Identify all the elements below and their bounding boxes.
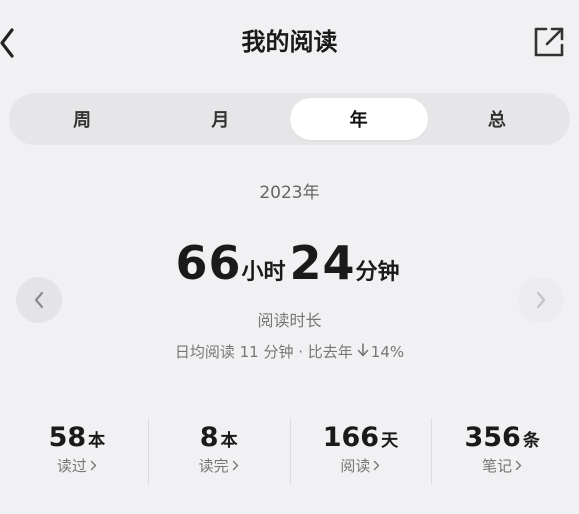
stat-value-row: 166 天 [290,422,432,453]
stat-books-finished[interactable]: 8本 读完 [147,414,290,486]
reading-duration: 66小时24分钟 [0,236,579,290]
stat-unit: 本 [220,431,238,451]
stat-label: 读过 [56,457,87,475]
top-bar: 我的阅读 [0,0,579,84]
stat-value-row: 58 本 [6,422,148,453]
duration-hours-unit: 小时 [241,260,286,285]
yearly-change: 14% [370,343,405,361]
chevron-right-icon [374,460,380,471]
duration-minutes: 24 [289,236,356,290]
stat-value: 58 [48,422,87,453]
stat-unit: 本 [88,431,106,451]
tab-total[interactable]: 总 [428,98,566,140]
period-label: 2023年 [259,183,320,203]
page-title: 我的阅读 [241,28,338,56]
stat-link-notes[interactable]: 笔记 [482,455,522,476]
stat-link-reading-days[interactable]: 阅读 [340,455,380,476]
stat-unit: 条 [522,431,540,451]
stat-unit: 天 [381,431,399,451]
stat-label: 读完 [198,457,229,475]
stat-reading-days[interactable]: 166 天 阅读 [289,414,432,486]
daily-average-text: 日均阅读 11 分钟 · 比去年 [174,343,353,361]
share-button[interactable] [529,22,569,62]
stats-row: 58 本 读过 8本 读完 166 天 阅读 356 条 笔记 [6,414,573,486]
tab-month[interactable]: 月 [151,98,289,140]
duration-minutes-unit: 分钟 [355,260,400,285]
chevron-right-icon [515,460,522,471]
arrow-down-icon [357,343,369,361]
stat-link-books-read[interactable]: 读过 [57,455,97,476]
stat-value: 356 [464,422,521,453]
daily-average: 日均阅读 11 分钟 · 比去年 14% [0,341,579,362]
tab-year[interactable]: 年 [289,98,428,140]
chevron-right-icon [90,460,97,471]
stat-label: 阅读 [340,457,371,475]
stat-books-read[interactable]: 58 本 读过 [6,414,148,486]
stat-value: 8 [199,422,219,453]
duration-hours: 66 [175,236,242,290]
stat-value: 166 [322,422,380,453]
chevron-right-icon [232,460,238,471]
stat-value-row: 356 条 [431,422,573,453]
stat-link-books-finished[interactable]: 读完 [199,455,239,476]
duration-label: 阅读时长 [257,311,322,330]
stat-notes[interactable]: 356 条 笔记 [431,414,573,486]
period-tabs: 周 月 年 总 [9,93,570,145]
stat-label: 笔记 [482,457,513,475]
tab-week[interactable]: 周 [13,98,151,140]
stat-value-row: 8本 [148,422,290,453]
external-link-icon [534,27,564,57]
